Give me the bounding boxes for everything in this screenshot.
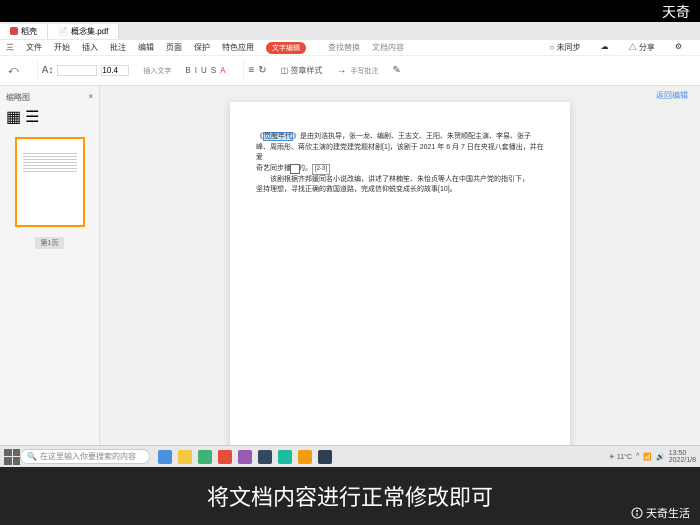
- app-icon[interactable]: [158, 450, 172, 464]
- clock[interactable]: 13:502022/1/8: [669, 450, 696, 464]
- handwrite-label[interactable]: 手写批注: [350, 66, 378, 76]
- edit-mode-pill[interactable]: 文字编辑: [266, 42, 306, 54]
- document-canvas[interactable]: 返回编辑 《觉醒年代》是由刘浩执导，张一龙、编剧、王志文、王阳、朱贺顺配主演、李…: [100, 86, 700, 451]
- thumb-grid-icon[interactable]: ▦: [6, 107, 21, 127]
- app-icon[interactable]: [238, 450, 252, 464]
- sidebar-title: 缩略图: [6, 92, 30, 103]
- edit-cursor-handle[interactable]: [290, 164, 300, 174]
- menu-item[interactable]: 三: [6, 42, 14, 53]
- app-icon[interactable]: [278, 450, 292, 464]
- menu-bar: 三 文件 开始 插入 批注 编辑 页面 保护 特色应用 文字编辑 查找替换 文档…: [0, 40, 700, 56]
- size-field[interactable]: [101, 65, 129, 76]
- app-icon[interactable]: [178, 450, 192, 464]
- weather-widget[interactable]: ☀ 11°C: [609, 453, 632, 461]
- menu-item[interactable]: 批注: [110, 42, 126, 53]
- thumb-list-icon[interactable]: ☰: [25, 107, 39, 127]
- arrow-icon[interactable]: →: [336, 65, 346, 76]
- rotate-icon[interactable]: ↻: [258, 65, 266, 76]
- app-icon[interactable]: [298, 450, 312, 464]
- color-button[interactable]: A: [220, 66, 225, 75]
- pen-icon[interactable]: ✎: [392, 65, 400, 76]
- subtitle-bar: 将文档内容进行正常修改即可 天奇生活: [0, 467, 700, 525]
- align-icon[interactable]: ≡: [248, 65, 254, 76]
- thumbnail-page-label: 第1页: [35, 237, 65, 249]
- app-icon[interactable]: [258, 450, 272, 464]
- tab-home[interactable]: 稻壳: [0, 24, 48, 39]
- tray-volume-icon[interactable]: 🔊: [656, 453, 665, 461]
- menu-item[interactable]: 文件: [26, 42, 42, 53]
- underline-button[interactable]: U: [201, 66, 207, 75]
- app-icon[interactable]: [318, 450, 332, 464]
- tray-wifi-icon[interactable]: 📶: [643, 453, 652, 461]
- font-icon[interactable]: A↕: [42, 65, 54, 76]
- font-select[interactable]: [57, 65, 97, 76]
- bold-button[interactable]: B: [185, 66, 190, 75]
- thumbnail-sidebar: 缩略图 × ▦☰ 第1页: [0, 86, 100, 451]
- selected-text[interactable]: 觉醒年代: [263, 132, 293, 141]
- page-thumbnail[interactable]: [15, 137, 85, 227]
- app-window: 稻壳 📄概念集.pdf 三 文件 开始 插入 批注 编辑 页面 保护 特色应用 …: [0, 22, 700, 467]
- subtitle-text: 将文档内容进行正常修改即可: [207, 480, 493, 512]
- stamp-button[interactable]: ◫ 签章样式: [281, 65, 323, 76]
- tab-document[interactable]: 📄概念集.pdf: [48, 24, 119, 39]
- toolbar: ⤺ A↕ 插入文字 B I U S A ≡ ↻ ◫ 签章样式 → 手写批注 ✎: [0, 56, 700, 86]
- menu-item[interactable]: 保护: [194, 42, 210, 53]
- search-icon: 🔍: [27, 452, 37, 461]
- insert-text-label: 插入文字: [143, 66, 171, 76]
- share-icon[interactable]: △ 分享: [629, 42, 655, 53]
- letterbox-top: 天奇: [0, 0, 700, 22]
- start-button[interactable]: [4, 449, 20, 465]
- nav-icon[interactable]: ⤺: [8, 65, 19, 76]
- menu-item[interactable]: 页面: [166, 42, 182, 53]
- menu-item[interactable]: 特色应用: [222, 42, 254, 53]
- menu-item[interactable]: 插入: [82, 42, 98, 53]
- citation-box[interactable]: [2-3]: [312, 164, 330, 175]
- menu-extra[interactable]: 查找替换: [328, 42, 360, 53]
- menu-item[interactable]: 开始: [54, 42, 70, 53]
- document-page[interactable]: 《觉醒年代》是由刘浩执导，张一龙、编剧、王志文、王阳、朱贺顺配主演、李易、张子 …: [230, 102, 570, 451]
- document-tabs: 稻壳 📄概念集.pdf: [0, 22, 700, 40]
- app-icon[interactable]: [198, 450, 212, 464]
- tray-chevron-icon[interactable]: ^: [636, 453, 639, 460]
- menu-item[interactable]: 编辑: [138, 42, 154, 53]
- back-to-edit-link[interactable]: 返回编辑: [656, 90, 688, 101]
- cloud-icon[interactable]: ☁: [601, 42, 609, 53]
- windows-taskbar: 🔍在这里输入你要搜索的内容 ☀ 11°C ^ 📶 🔊 13:502022/1/8: [0, 445, 700, 467]
- watermark: 天奇生活: [631, 505, 690, 521]
- taskbar-apps: [158, 450, 332, 464]
- app-icon[interactable]: [218, 450, 232, 464]
- sync-status[interactable]: ○ 未同步: [550, 42, 581, 53]
- settings-icon[interactable]: ⚙: [675, 42, 682, 53]
- sidebar-close-icon[interactable]: ×: [88, 92, 93, 103]
- taskbar-search[interactable]: 🔍在这里输入你要搜索的内容: [20, 449, 150, 464]
- menu-extra[interactable]: 文档内容: [372, 42, 404, 53]
- strike-button[interactable]: S: [211, 66, 216, 75]
- italic-button[interactable]: I: [195, 66, 197, 75]
